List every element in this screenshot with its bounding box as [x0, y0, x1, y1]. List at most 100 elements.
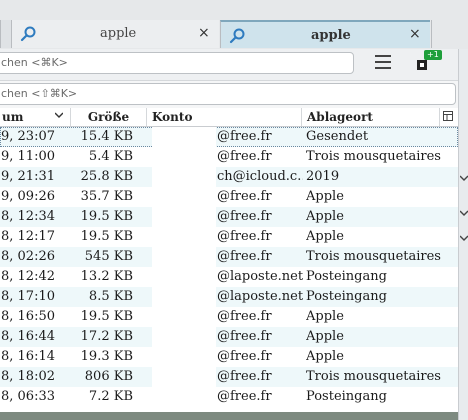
cell-account: ch@icloud.c…: [217, 169, 303, 184]
cell-folder: Apple: [306, 349, 344, 364]
redaction-mask: [152, 127, 216, 412]
cell-size: 7.2 KB: [88, 389, 133, 404]
tab-label: apple: [100, 26, 137, 41]
tab-overflow[interactable]: [0, 20, 11, 48]
filter-placeholder: chen <⇧⌘K>: [1, 87, 78, 100]
cell-size: 8.5 KB: [88, 289, 133, 304]
chevron-down-icon[interactable]: [460, 174, 468, 182]
cell-folder: Trois mousquetaires: [306, 149, 441, 164]
cell-account: @free.fr: [217, 149, 272, 164]
cell-folder: Posteingang: [306, 289, 387, 304]
cell-date: 8, 16:50: [1, 309, 55, 324]
cell-date: 8, 16:14: [1, 349, 55, 364]
table-row[interactable]: 8, 17:10 8.5 KB @laposte.net Posteingang: [0, 287, 458, 307]
partially-visible-row: [0, 412, 458, 420]
cell-folder: Trois mousquetaires: [306, 249, 441, 264]
cell-size: 35.7 KB: [80, 189, 133, 204]
cell-size: 806 KB: [84, 369, 133, 384]
cell-folder: Apple: [306, 229, 344, 244]
search-icon: [229, 27, 247, 45]
tab-search-apple-active[interactable]: apple ×: [220, 20, 430, 48]
cell-size: 13.2 KB: [80, 269, 133, 284]
table-row[interactable]: 9, 09:26 35.7 KB @free.fr Apple: [0, 187, 458, 207]
column-header-folder[interactable]: Ablageort: [302, 108, 440, 126]
cell-date: 8, 17:10: [1, 289, 55, 304]
table-row[interactable]: 9, 23:07 15.4 KB @free.fr Gesendet: [0, 127, 458, 147]
cell-account: @free.fr: [217, 369, 272, 384]
search-placeholder: chen <⌘K>: [1, 56, 68, 69]
side-pane-edge: [458, 49, 468, 420]
chevron-down-icon[interactable]: [460, 209, 468, 217]
cell-account: @free.fr: [217, 189, 272, 204]
table-row[interactable]: 8, 12:34 19.5 KB @free.fr Apple: [0, 207, 458, 227]
tab-label: apple: [311, 28, 351, 43]
cell-date: 9, 09:26: [1, 189, 55, 204]
search-icon: [20, 25, 38, 43]
cell-folder: Posteingang: [306, 269, 387, 284]
cell-date: 8, 12:42: [1, 269, 55, 284]
cell-folder: Apple: [306, 309, 344, 324]
table-row[interactable]: 8, 02:26 545 KB @free.fr Trois mousquetaire…: [0, 247, 458, 267]
table-row[interactable]: 8, 16:44 17.2 KB @free.fr Apple: [0, 327, 458, 347]
table-row[interactable]: 8, 12:42 13.2 KB @laposte.net Posteingang: [0, 267, 458, 287]
cell-date: 9, 21:31: [1, 169, 55, 184]
cell-account: @free.fr: [217, 389, 272, 404]
cell-date: 9, 11:00: [1, 149, 55, 164]
column-header-date-label: um: [2, 110, 24, 124]
message-list-header: um Größe Konto Ablageort: [0, 108, 458, 127]
cell-size: 19.5 KB: [80, 209, 133, 224]
table-row[interactable]: 8, 06:33 7.2 KB @free.fr Posteingang: [0, 387, 458, 407]
cell-account: @free.fr: [217, 329, 272, 344]
cell-date: 8, 12:34: [1, 209, 55, 224]
close-icon[interactable]: ×: [409, 26, 421, 42]
cell-date: 8, 18:02: [1, 369, 55, 384]
cell-folder: 2019: [306, 169, 340, 184]
tab-search-apple[interactable]: apple ×: [11, 20, 219, 48]
cell-folder: Trois mousquetaires: [306, 369, 441, 384]
cell-account: @laposte.net: [217, 269, 303, 284]
filter-input[interactable]: chen <⇧⌘K>: [0, 83, 456, 105]
cell-size: 25.8 KB: [80, 169, 133, 184]
table-row[interactable]: 9, 11:00 5.4 KB @free.fr Trois mousquetaire…: [0, 147, 458, 167]
addon-button[interactable]: +1: [414, 50, 442, 75]
cell-folder: Gesendet: [306, 129, 369, 144]
tab-bar-empty: [431, 20, 468, 48]
chevron-down-icon[interactable]: [460, 234, 468, 242]
cell-account: @free.fr: [217, 309, 272, 324]
column-picker-icon: [443, 111, 453, 121]
cell-size: 5.4 KB: [88, 149, 133, 164]
table-row[interactable]: 8, 12:17 19.5 KB @free.fr Apple: [0, 227, 458, 247]
chevron-down-icon: [55, 112, 63, 118]
cell-date: 8, 16:44: [1, 329, 55, 344]
cell-size: 15.4 KB: [80, 129, 133, 144]
column-picker-button[interactable]: [440, 108, 458, 126]
cell-date: 9, 23:07: [1, 129, 55, 144]
cell-date: 8, 06:33: [1, 389, 55, 404]
cell-account: @free.fr: [217, 229, 272, 244]
cell-account: @free.fr: [217, 129, 272, 144]
column-header-date[interactable]: um: [0, 108, 71, 126]
cell-account: @free.fr: [217, 349, 272, 364]
toolbar: chen <⌘K> +1: [0, 49, 468, 81]
filter-bar: chen <⇧⌘K>: [0, 81, 458, 109]
table-row[interactable]: 8, 16:50 19.5 KB @free.fr Apple: [0, 307, 458, 327]
table-row[interactable]: 9, 21:31 25.8 KB ch@icloud.c… 2019: [0, 167, 458, 187]
cell-date: 8, 02:26: [1, 249, 55, 264]
column-header-size[interactable]: Größe: [71, 108, 147, 126]
column-header-account[interactable]: Konto: [147, 108, 302, 126]
cell-folder: Apple: [306, 189, 344, 204]
table-row[interactable]: 8, 18:02 806 KB @free.fr Trois mousquetaire…: [0, 367, 458, 387]
message-list: 9, 23:07 15.4 KB @free.fr Gesendet 9, 11:00 5…: [0, 127, 458, 407]
close-icon[interactable]: ×: [198, 25, 210, 41]
hamburger-menu-button[interactable]: [373, 55, 393, 71]
addon-badge: +1: [424, 50, 442, 60]
cell-account: @free.fr: [217, 209, 272, 224]
cell-date: 8, 12:17: [1, 229, 55, 244]
table-row[interactable]: 8, 16:14 19.3 KB @free.fr Apple: [0, 347, 458, 367]
cell-size: 19.3 KB: [80, 349, 133, 364]
quick-search-input[interactable]: chen <⌘K>: [0, 52, 354, 74]
cell-size: 17.2 KB: [80, 329, 133, 344]
cell-folder: Posteingang: [306, 389, 387, 404]
cell-account: @free.fr: [217, 249, 272, 264]
cell-folder: Apple: [306, 209, 344, 224]
